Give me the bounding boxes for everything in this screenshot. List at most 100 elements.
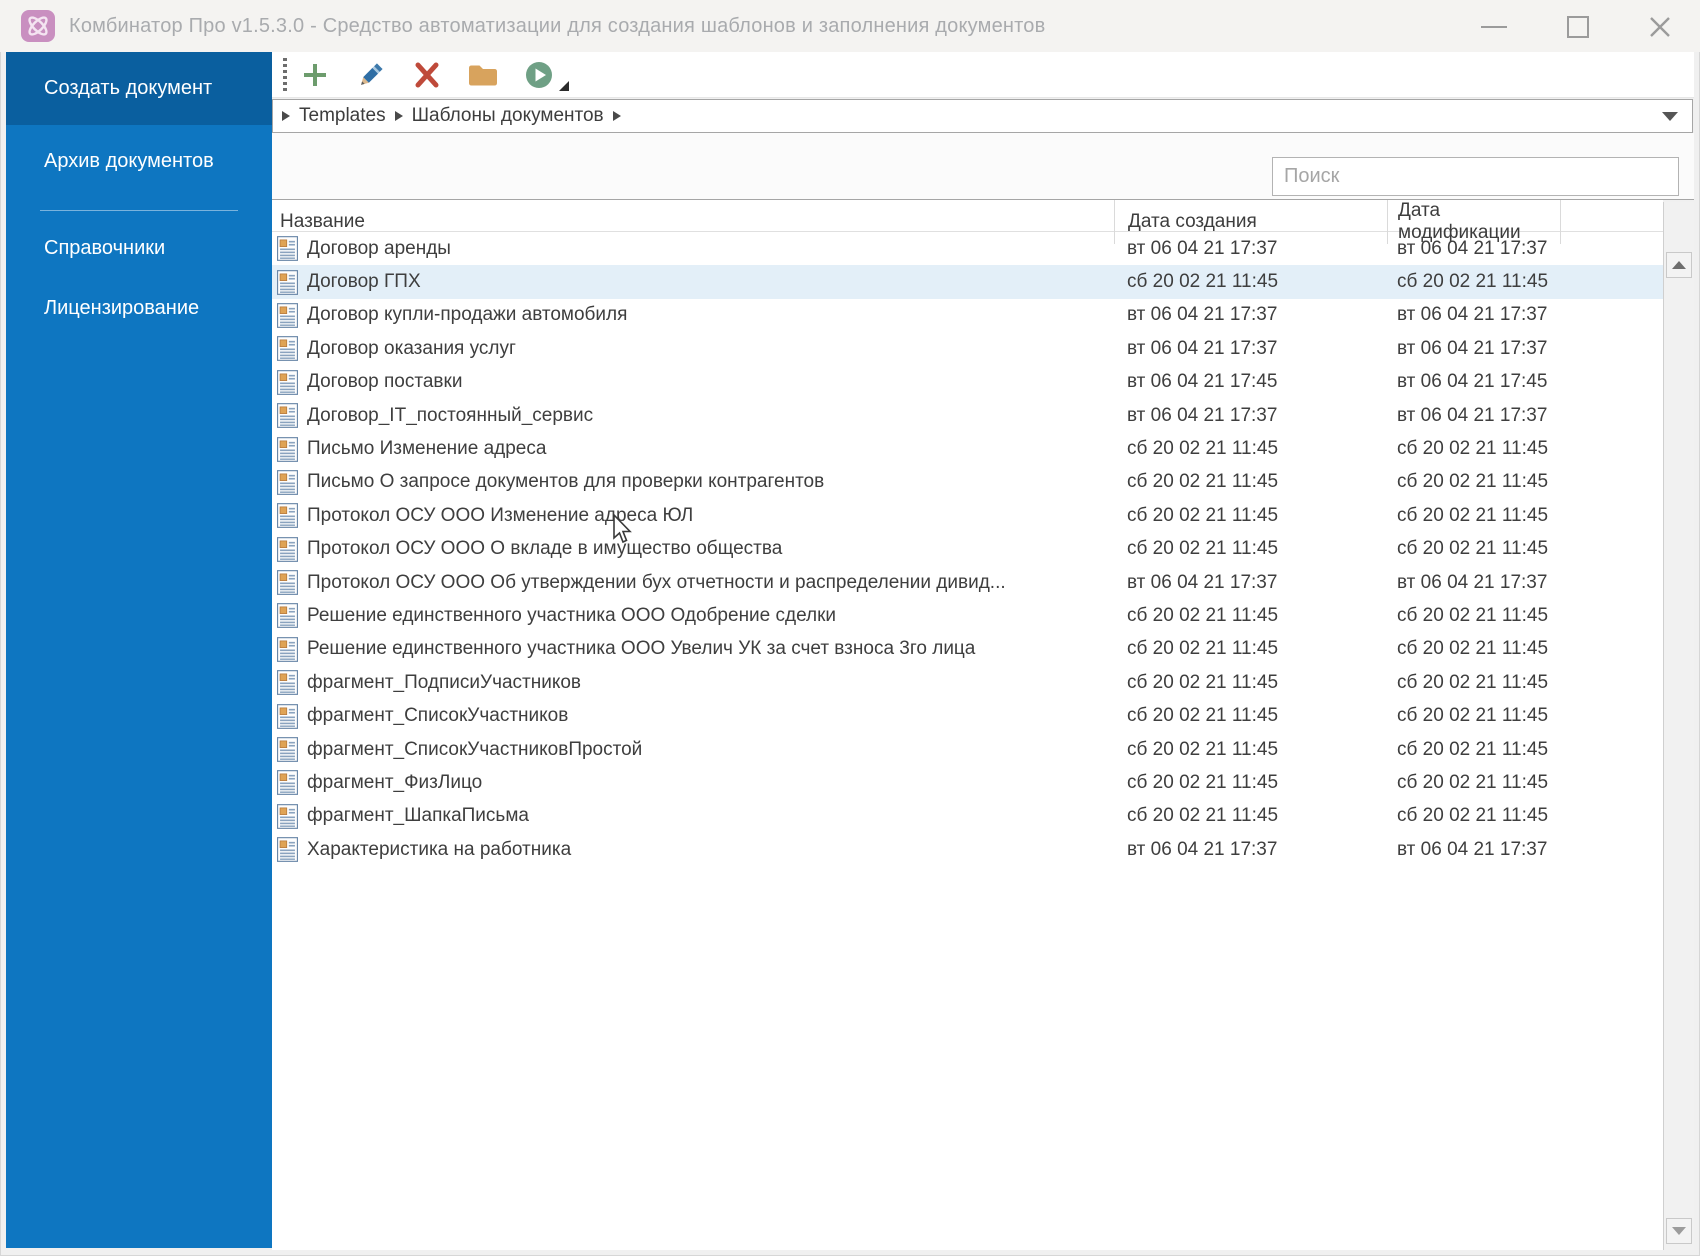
document-icon	[277, 436, 298, 462]
modified-date: вт 06 04 21 17:45	[1397, 371, 1548, 393]
titlebar: Комбинатор Про v1.5.3.0 - Средство автом…	[0, 0, 1700, 52]
table-row[interactable]: Договор оказания услуг вт 06 04 21 17:37…	[272, 332, 1663, 365]
modified-date: сб 20 02 21 11:45	[1397, 638, 1549, 660]
document-name: фрагмент_ПодписиУчастников	[307, 671, 582, 693]
document-name: Договор_IT_постоянный_сервис	[307, 404, 594, 426]
table-row[interactable]: Характеристика на работника вт 06 04 21 …	[272, 833, 1663, 866]
search-input[interactable]	[1272, 157, 1679, 196]
document-name: Договор купли-продажи автомобиля	[307, 304, 628, 326]
created-date: сб 20 02 21 11:45	[1127, 738, 1279, 760]
document-icon	[277, 470, 298, 495]
table-row[interactable]: фрагмент_ПодписиУчастников сб 20 02 21 1…	[272, 666, 1663, 699]
breadcrumb-dropdown-icon[interactable]	[1662, 111, 1678, 121]
document-icon	[277, 269, 298, 295]
document-name: Решение единственного участника ООО Увел…	[307, 638, 976, 660]
document-name: Договор аренды	[307, 237, 451, 259]
table-row[interactable]: Письмо О запросе документов для проверки…	[272, 466, 1663, 499]
table-row[interactable]: Решение единственного участника ООО Увел…	[272, 633, 1663, 666]
vertical-scrollbar[interactable]	[1663, 202, 1694, 1250]
table-row[interactable]: фрагмент_ШапкаПисьма сб 20 02 21 11:45 с…	[272, 800, 1663, 833]
document-name: Договор оказания услуг	[307, 337, 516, 359]
document-name: Протокол ОСУ ООО Об утверждении бух отче…	[307, 571, 1006, 593]
delete-x-icon	[415, 62, 439, 87]
table-row[interactable]: Протокол ОСУ ООО О вкладе в имущество об…	[272, 533, 1663, 566]
modified-date: сб 20 02 21 11:45	[1397, 271, 1549, 293]
sidebar-item-archive[interactable]: Архив документов	[6, 125, 272, 197]
maximize-icon	[1567, 16, 1589, 38]
close-button[interactable]	[1638, 8, 1682, 46]
table-row[interactable]: Протокол ОСУ ООО Изменение адреса ЮЛ сб …	[272, 499, 1663, 532]
created-date: сб 20 02 21 11:45	[1127, 671, 1279, 693]
created-date: вт 06 04 21 17:37	[1127, 337, 1278, 359]
created-date: вт 06 04 21 17:37	[1127, 237, 1278, 259]
close-icon	[1650, 17, 1670, 37]
window-title: Комбинатор Про v1.5.3.0 - Средство автом…	[69, 14, 1046, 37]
created-date: сб 20 02 21 11:45	[1127, 638, 1279, 660]
breadcrumb-arrow-icon	[612, 111, 621, 121]
modified-date: сб 20 02 21 11:45	[1397, 538, 1549, 560]
created-date: вт 06 04 21 17:37	[1127, 838, 1278, 860]
table-row[interactable]: фрагмент_ФизЛицо сб 20 02 21 11:45 сб 20…	[272, 766, 1663, 799]
documents-table: Название Дата создания Дата модификации …	[272, 200, 1663, 1250]
created-date: вт 06 04 21 17:45	[1127, 371, 1278, 393]
delete-button[interactable]	[399, 54, 455, 96]
table-row[interactable]: фрагмент_СписокУчастников сб 20 02 21 11…	[272, 699, 1663, 732]
table-row[interactable]: фрагмент_СписокУчастниковПростой сб 20 0…	[272, 733, 1663, 766]
document-name: фрагмент_СписокУчастниковПростой	[307, 738, 643, 760]
filter-bar	[272, 133, 1694, 199]
breadcrumb-bar[interactable]: Templates Шаблоны документов	[272, 99, 1693, 133]
document-name: фрагмент_ФизЛицо	[307, 771, 483, 793]
table-row[interactable]: Договор поставки вт 06 04 21 17:45 вт 06…	[272, 366, 1663, 399]
play-icon	[526, 61, 552, 88]
table-row[interactable]: Письмо Изменение адреса сб 20 02 21 11:4…	[272, 432, 1663, 465]
table-row[interactable]: Протокол ОСУ ООО Об утверждении бух отче…	[272, 566, 1663, 599]
created-date: сб 20 02 21 11:45	[1127, 538, 1279, 560]
application-window: { "window": { "title": "Комбинатор Про v…	[0, 0, 1700, 1256]
open-folder-button[interactable]	[455, 54, 511, 96]
modified-date: вт 06 04 21 17:37	[1397, 571, 1548, 593]
table-row[interactable]: Договор аренды вт 06 04 21 17:37 вт 06 0…	[272, 232, 1663, 265]
modified-date: вт 06 04 21 17:37	[1397, 337, 1548, 359]
add-button[interactable]	[287, 54, 343, 96]
table-body: Договор аренды вт 06 04 21 17:37 вт 06 0…	[272, 232, 1663, 866]
edit-button[interactable]	[343, 54, 399, 96]
sidebar-item-references[interactable]: Справочники	[6, 222, 272, 274]
scroll-down-button[interactable]	[1666, 1218, 1692, 1244]
document-icon	[277, 236, 298, 262]
run-dropdown-caret-icon[interactable]	[559, 80, 569, 91]
created-date: сб 20 02 21 11:45	[1127, 471, 1279, 493]
pencil-icon	[361, 62, 383, 85]
plus-icon	[304, 63, 326, 86]
scroll-up-button[interactable]	[1666, 252, 1692, 278]
document-icon	[277, 803, 298, 829]
breadcrumb-arrow-icon	[394, 111, 403, 121]
document-icon	[277, 570, 298, 596]
document-icon	[277, 770, 298, 796]
sidebar-item-licensing[interactable]: Лицензирование	[6, 282, 272, 334]
created-date: сб 20 02 21 11:45	[1127, 438, 1279, 460]
minimize-button[interactable]	[1472, 8, 1516, 46]
document-icon	[277, 403, 298, 429]
document-icon	[277, 636, 298, 662]
sidebar-item-create-document[interactable]: Создать документ	[6, 52, 272, 125]
table-row[interactable]: Договор купли-продажи автомобиля вт 06 0…	[272, 299, 1663, 332]
modified-date: сб 20 02 21 11:45	[1397, 471, 1549, 493]
table-row[interactable]: Решение единственного участника ООО Одоб…	[272, 599, 1663, 632]
modified-date: сб 20 02 21 11:45	[1397, 771, 1549, 793]
breadcrumb-arrow-icon	[282, 111, 290, 121]
breadcrumb-item-templates[interactable]: Templates	[299, 105, 386, 127]
document-icon	[277, 303, 298, 328]
maximize-button[interactable]	[1556, 8, 1600, 46]
table-header: Название Дата создания Дата модификации	[272, 200, 1663, 244]
table-row[interactable]: Договор_IT_постоянный_сервис вт 06 04 21…	[272, 399, 1663, 432]
document-icon	[277, 369, 298, 395]
minimize-icon	[1481, 26, 1507, 28]
breadcrumb-item-document-templates[interactable]: Шаблоны документов	[412, 105, 604, 127]
document-icon	[277, 837, 298, 863]
table-row[interactable]: Договор ГПХ сб 20 02 21 11:45 сб 20 02 2…	[272, 265, 1663, 299]
created-date: вт 06 04 21 17:37	[1127, 571, 1278, 593]
document-name: фрагмент_ШапкаПисьма	[307, 805, 529, 827]
modified-date: сб 20 02 21 11:45	[1397, 705, 1549, 727]
created-date: сб 20 02 21 11:45	[1127, 504, 1279, 526]
folder-icon	[469, 65, 497, 85]
